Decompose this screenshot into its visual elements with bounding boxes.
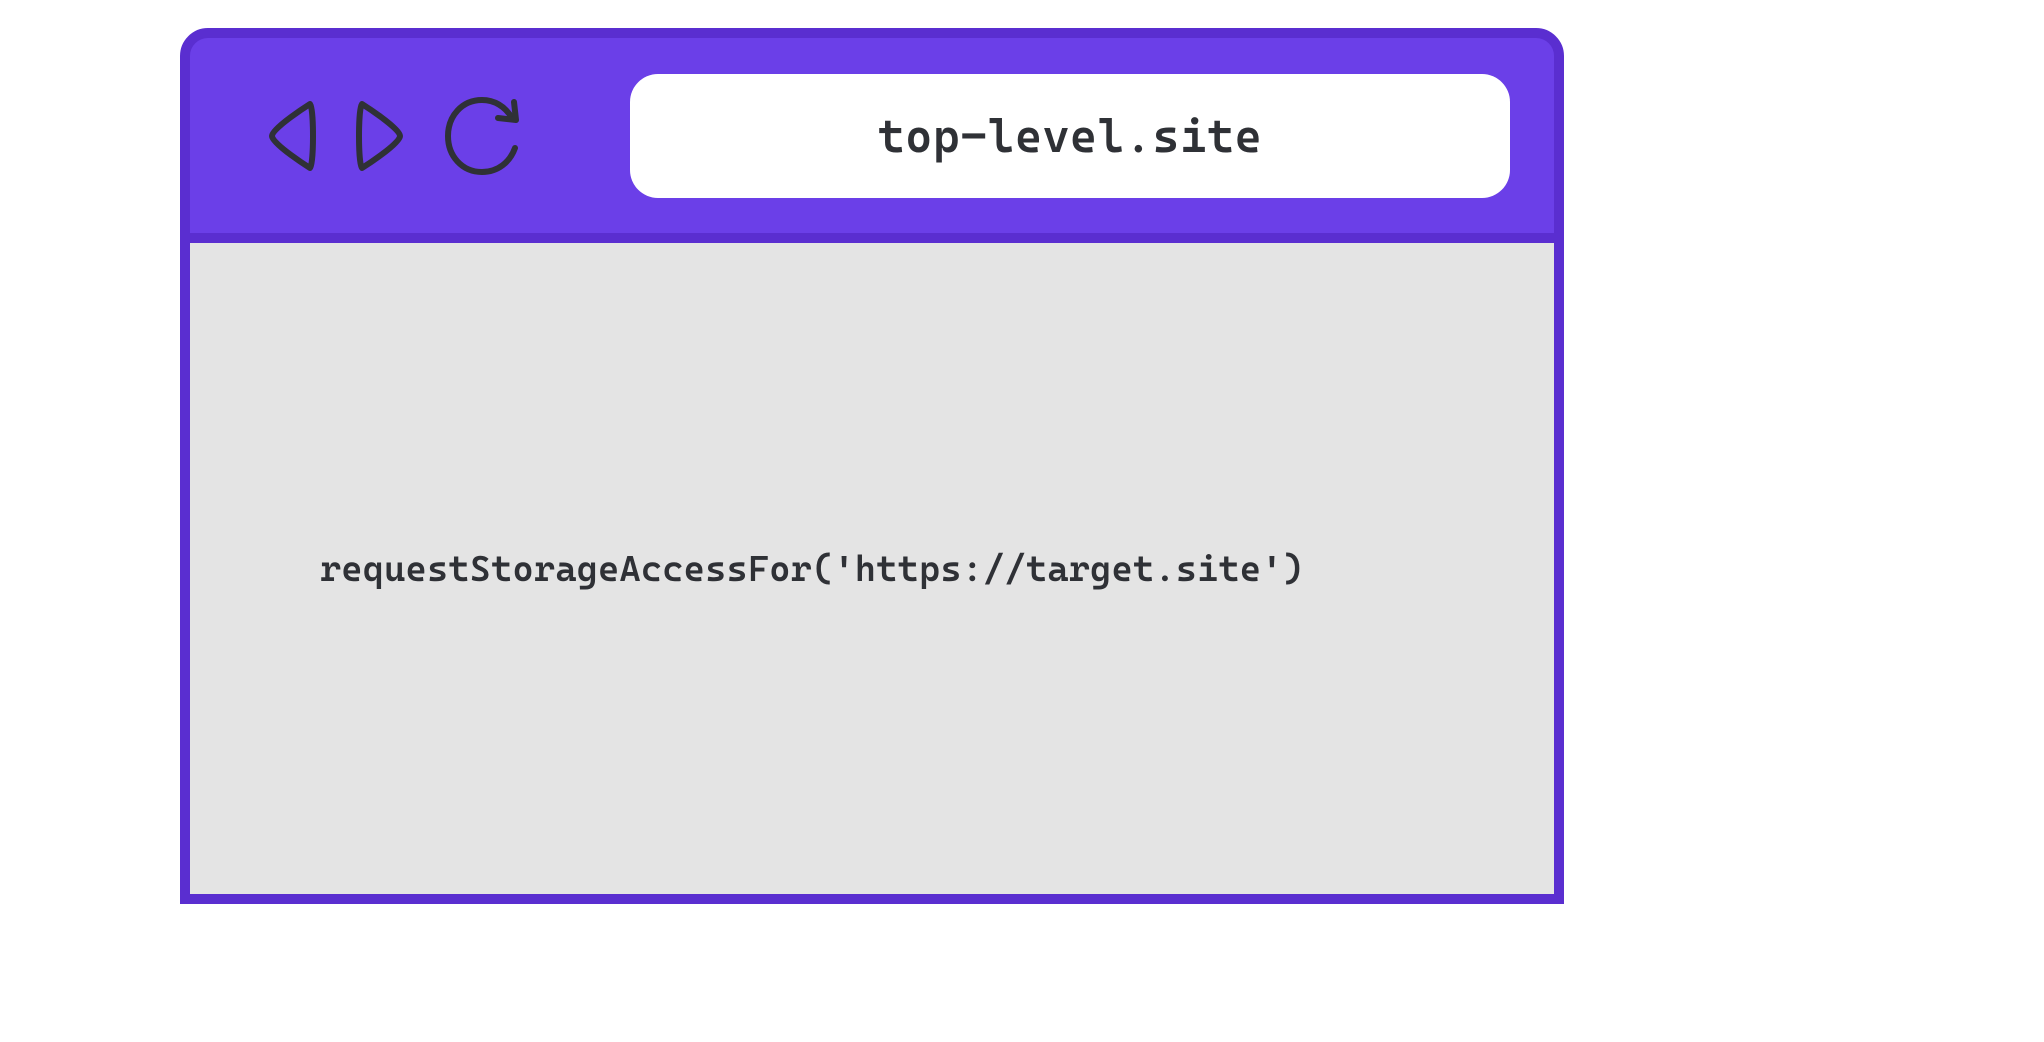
page-viewport: requestStorageAccessFor('https://target.… [180,243,1564,904]
reload-icon[interactable] [440,92,528,180]
back-icon[interactable] [260,94,322,178]
browser-window: top-level.site requestStorageAccessFor('… [180,28,1564,904]
browser-chrome: top-level.site [180,28,1564,243]
forward-icon[interactable] [350,94,412,178]
address-bar[interactable]: top-level.site [630,74,1510,198]
nav-button-group [260,92,528,180]
address-text: top-level.site [878,109,1262,163]
code-snippet: requestStorageAccessFor('https://target.… [320,549,1304,590]
diagram-canvas: top-level.site requestStorageAccessFor('… [0,0,2044,1042]
